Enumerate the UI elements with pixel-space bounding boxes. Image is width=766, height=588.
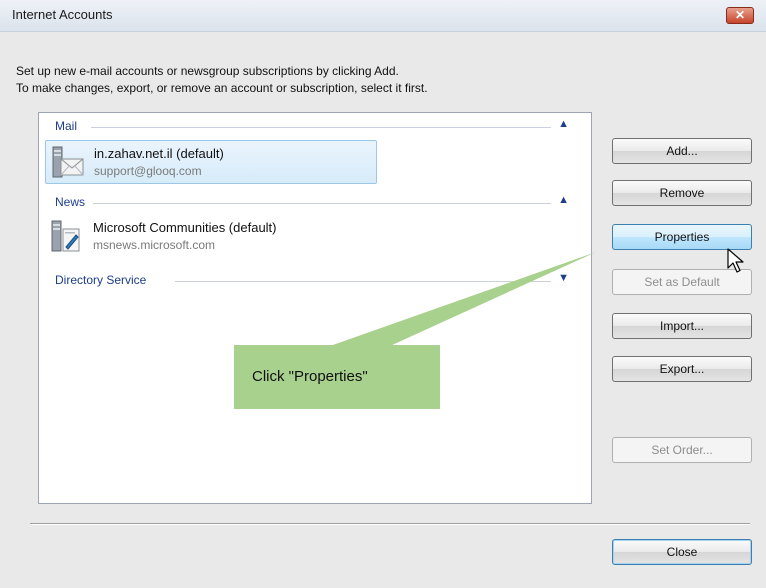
window-close-button[interactable]: ✕: [726, 7, 754, 24]
set-order-button[interactable]: Set Order...: [612, 437, 752, 463]
news-account-icon: [51, 220, 80, 252]
group-header-mail[interactable]: Mail ▲: [55, 117, 575, 137]
account-name: in.zahav.net.il (default): [94, 146, 224, 161]
instructions-line-1: Set up new e-mail accounts or newsgroup …: [16, 64, 399, 78]
account-detail: support@glooq.com: [94, 164, 202, 178]
import-button[interactable]: Import...: [612, 313, 752, 339]
group-divider: [93, 203, 551, 204]
group-label-news: News: [55, 195, 86, 209]
mail-account-icon: [52, 146, 84, 178]
group-divider: [175, 281, 551, 282]
group-label-directory-service: Directory Service: [55, 273, 147, 287]
instructions-line-2: To make changes, export, or remove an ac…: [16, 81, 428, 95]
account-item-news[interactable]: Microsoft Communities (default) msnews.m…: [45, 215, 377, 259]
account-detail: msnews.microsoft.com: [93, 238, 216, 252]
footer-separator: [30, 523, 750, 525]
remove-button[interactable]: Remove: [612, 180, 752, 206]
add-button[interactable]: Add...: [612, 138, 752, 164]
title-bar: Internet Accounts ✕: [0, 0, 766, 32]
properties-button[interactable]: Properties: [612, 224, 752, 250]
expand-chevron-icon[interactable]: ▼: [558, 272, 569, 284]
export-button[interactable]: Export...: [612, 356, 752, 382]
collapse-chevron-icon[interactable]: ▲: [558, 194, 569, 206]
group-label-mail: Mail: [55, 119, 78, 133]
group-divider: [91, 127, 551, 128]
group-header-directory-service[interactable]: Directory Service ▼: [55, 271, 575, 291]
group-header-news[interactable]: News ▲: [55, 193, 575, 213]
account-name: Microsoft Communities (default): [93, 220, 277, 235]
window-title: Internet Accounts: [12, 7, 113, 22]
accounts-list[interactable]: Mail ▲ in.zahav.net.il (default) support…: [38, 112, 592, 504]
instructions-text: Set up new e-mail accounts or newsgroup …: [16, 63, 428, 97]
close-button[interactable]: Close: [612, 539, 752, 565]
mouse-pointer-icon: [727, 248, 744, 273]
collapse-chevron-icon[interactable]: ▲: [558, 118, 569, 130]
callout-box: Click "Properties": [234, 345, 440, 409]
account-item-mail[interactable]: in.zahav.net.il (default) support@glooq.…: [45, 140, 377, 184]
